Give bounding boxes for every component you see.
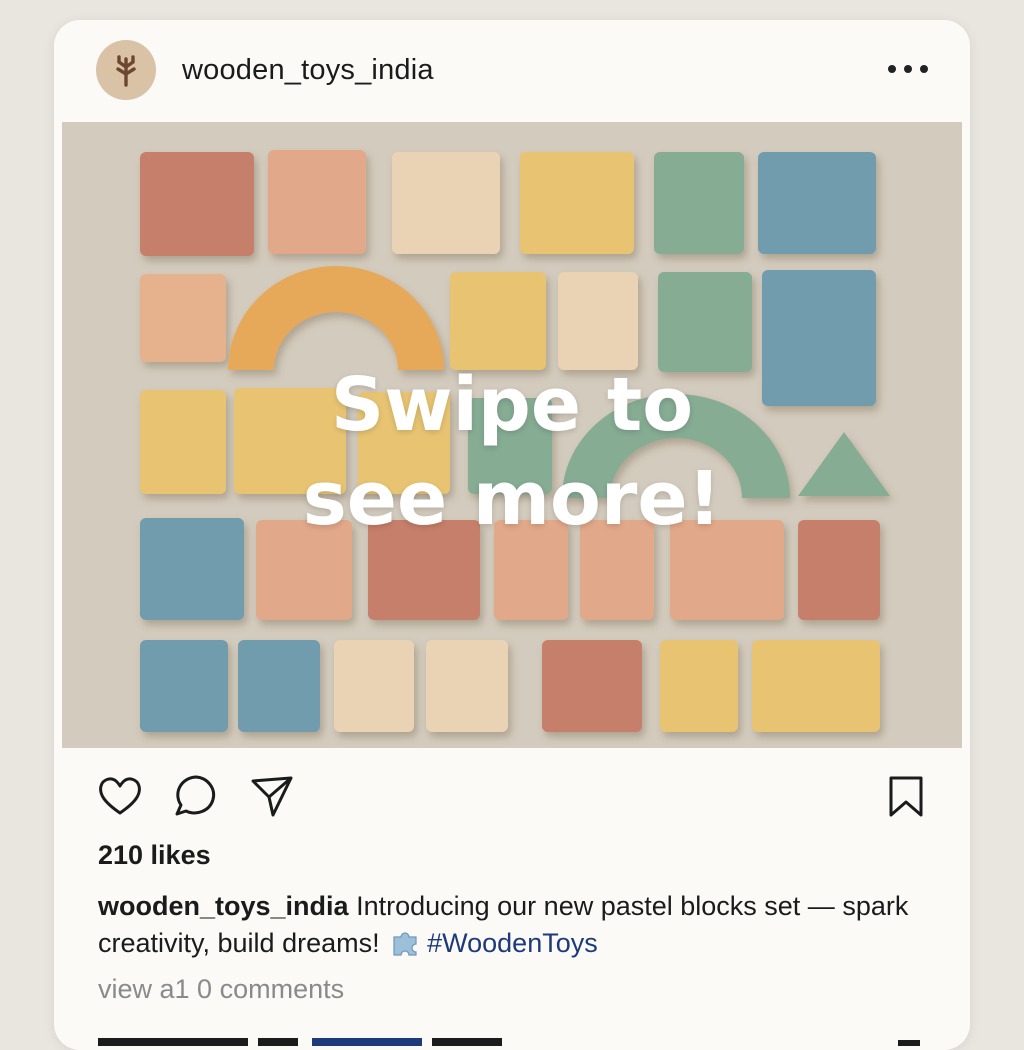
- swipe-overlay-text: Swipe to see more!: [62, 358, 962, 546]
- send-icon[interactable]: [248, 772, 296, 820]
- avatar[interactable]: [96, 40, 156, 100]
- post-actions: [54, 772, 970, 822]
- post-image[interactable]: Swipe to see more!: [62, 122, 962, 748]
- overlay-line-2: see more!: [302, 456, 722, 542]
- post-card: wooden_toys_india Swipe to see more! 210…: [54, 20, 970, 1050]
- puzzle-piece-icon: [393, 932, 417, 956]
- tree-icon: [116, 55, 136, 87]
- post-header: wooden_toys_india: [54, 20, 970, 120]
- view-comments-link[interactable]: view a1 0 comments: [98, 974, 344, 1005]
- caption-username[interactable]: wooden_toys_india: [98, 891, 349, 921]
- next-comment-preview: [98, 1034, 958, 1046]
- hashtag-link[interactable]: #WoodenToys: [427, 928, 598, 958]
- bookmark-icon[interactable]: [882, 772, 930, 820]
- truncated-comment-text: [98, 1038, 920, 1046]
- overlay-line-1: Swipe to: [330, 362, 694, 448]
- more-options-icon[interactable]: [886, 58, 930, 80]
- heart-icon[interactable]: [96, 772, 144, 820]
- likes-count[interactable]: 210 likes: [98, 840, 211, 871]
- comment-icon[interactable]: [172, 772, 220, 820]
- post-username[interactable]: wooden_toys_india: [182, 54, 434, 87]
- post-caption: wooden_toys_india Introducing our new pa…: [98, 888, 948, 962]
